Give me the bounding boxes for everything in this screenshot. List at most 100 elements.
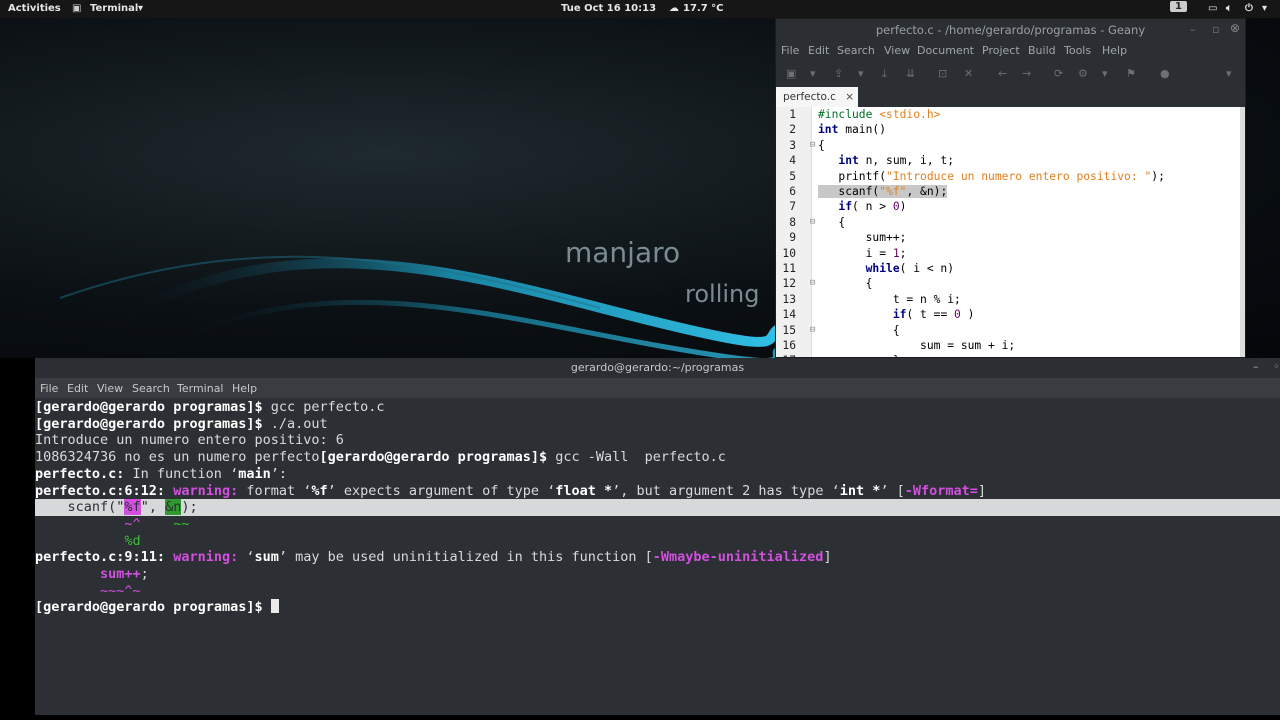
weather-temperature[interactable]: 17.7 °C [683, 3, 724, 14]
rolling-text: rolling [685, 280, 760, 308]
code-line: 14 if( t == 0 ) [776, 307, 1240, 322]
new-file-icon[interactable]: ▣ [786, 67, 796, 80]
terminal-line: ~^ ~~ [124, 515, 190, 532]
terminal-line: 1086324736 no es un numero perfecto[gera… [35, 449, 726, 466]
power-icon[interactable]: ⏻ [1245, 3, 1253, 14]
code-line: 8 ⊟ { [776, 215, 1240, 230]
fold-icon[interactable]: ⊟ [810, 323, 815, 338]
menu-document[interactable]: Document [917, 44, 974, 57]
code-line: 9 sum++; [776, 230, 1240, 245]
maximize-icon[interactable]: ▫ [1212, 23, 1219, 36]
geany-title[interactable]: perfecto.c - /home/gerardo/programas - G… [776, 19, 1245, 41]
back-icon[interactable]: ← [998, 67, 1007, 80]
code-line: 15 ⊟ { [776, 323, 1240, 338]
line-number: 7 [789, 200, 796, 214]
tab-close-icon[interactable]: × [845, 91, 854, 103]
minimize-icon[interactable]: – [1190, 23, 1196, 36]
fold-icon[interactable]: ⊟ [810, 138, 815, 153]
line-number: 10 [782, 246, 796, 260]
line-number: 4 [789, 154, 796, 168]
terminal-line-selected: scanf("%f", &n); [35, 499, 1280, 516]
line-number: 15 [782, 323, 796, 337]
geany-menubar: File Edit Search View Document Project B… [776, 41, 1245, 61]
menu-edit[interactable]: Edit [808, 44, 829, 57]
wallpaper-swoosh [59, 255, 780, 358]
terminal-line: sum++; [100, 566, 149, 582]
line-number: 3 [789, 138, 796, 152]
save-all-icon[interactable]: ⇊ [906, 67, 915, 80]
line-number: 13 [782, 292, 796, 306]
terminal-line: perfecto.c: In function ‘main’: [35, 465, 287, 482]
line-number: 14 [782, 308, 796, 322]
terminal-menu-edit[interactable]: Edit [67, 382, 88, 395]
fold-icon[interactable]: ⊟ [810, 215, 815, 230]
geany-window: perfecto.c - /home/gerardo/programas - G… [775, 18, 1246, 358]
workspace-indicator[interactable]: 1 [1170, 1, 1187, 12]
line-number: 2 [789, 123, 796, 137]
terminal-window: gerardo@gerardo:~/programas – ◦ File Edi… [35, 358, 1280, 715]
menu-view[interactable]: View [884, 44, 910, 57]
code-line: 3 ⊟{ [776, 138, 1240, 153]
terminal-close-icon[interactable]: ◦ [1273, 360, 1280, 373]
menu-build[interactable]: Build [1028, 44, 1056, 57]
terminal-menu-view[interactable]: View [97, 382, 123, 395]
code-line: 11 while( i < n) [776, 261, 1240, 276]
terminal-menubar: File Edit View Search Terminal Help [35, 378, 1280, 398]
top-bar: Activities ▣ Terminal ▾ Tue Oct 16 10:13… [0, 0, 1280, 18]
menu-search[interactable]: Search [837, 44, 875, 57]
terminal-menu-help[interactable]: Help [232, 382, 257, 395]
tab-perfecto-c[interactable]: perfecto.c × [776, 87, 858, 107]
clock[interactable]: Tue Oct 16 10:13 [561, 3, 656, 14]
manjaro-logo-text: manjaro [565, 236, 681, 269]
terminal-menu-search[interactable]: Search [132, 382, 170, 395]
new-dropdown-icon[interactable]: ▾ [810, 67, 816, 80]
activities-button[interactable]: Activities [8, 3, 61, 14]
volume-icon[interactable]: 🔈︎ [1226, 3, 1232, 14]
code-line: 10 i = 1; [776, 246, 1240, 261]
forward-icon[interactable]: → [1022, 67, 1031, 80]
color-chooser-icon[interactable]: ● [1160, 67, 1170, 80]
menu-file[interactable]: File [781, 44, 799, 57]
build-dropdown-icon[interactable]: ▾ [1102, 67, 1108, 80]
line-number: 8 [789, 215, 796, 229]
code-line-selected: 6 scanf("%f", &n); [776, 184, 1240, 199]
terminal-line: ~~~^~ [100, 582, 141, 599]
terminal-line: [gerardo@gerardo programas]$ ./a.out [35, 415, 328, 432]
open-dropdown-icon[interactable]: ▾ [858, 67, 864, 80]
line-number: 11 [782, 262, 796, 275]
code-line: 4 int n, sum, i, t; [776, 153, 1240, 168]
terminal-line: perfecto.c:9:11: warning: ‘sum’ may be u… [35, 549, 832, 566]
app-menu-chevron-icon[interactable]: ▾ [138, 3, 143, 14]
compile-icon[interactable]: ⟳ [1054, 67, 1063, 80]
terminal-menu-terminal[interactable]: Terminal [177, 382, 224, 395]
terminal-line: [gerardo@gerardo programas]$ gcc perfect… [35, 399, 385, 415]
code-line: 13 t = n % i; [776, 292, 1240, 307]
app-menu-label[interactable]: Terminal [90, 3, 138, 14]
close-icon[interactable]: ⊗ [1230, 21, 1240, 35]
open-icon[interactable]: ⇪ [834, 67, 843, 80]
terminal-title[interactable]: gerardo@gerardo:~/programas [35, 358, 1280, 378]
terminal-minimize-icon[interactable]: – [1253, 360, 1259, 373]
screen-icon[interactable]: ▭ [1208, 3, 1217, 14]
execute-icon[interactable]: ⚑ [1126, 67, 1136, 80]
menu-tools[interactable]: Tools [1064, 44, 1091, 57]
fold-icon[interactable]: ⊟ [810, 276, 815, 291]
terminal-line: [gerardo@gerardo programas]$ [35, 599, 279, 616]
toolbar-overflow-icon[interactable]: ▾ [1226, 67, 1232, 80]
code-line: 12 ⊟ { [776, 276, 1240, 291]
close-file-icon[interactable]: ✕ [964, 67, 973, 80]
revert-icon[interactable]: ⊡ [938, 67, 947, 80]
editor-scrollbar[interactable] [1240, 107, 1245, 357]
code-editor[interactable]: 1 #include <stdio.h> 2 int main() 3 ⊟{ 4 in… [776, 107, 1240, 357]
save-icon[interactable]: ⤓ [882, 67, 887, 81]
menu-help[interactable]: Help [1102, 44, 1127, 57]
menu-project[interactable]: Project [982, 44, 1020, 57]
terminal-line: Introduce un numero entero positivo: 6 [35, 432, 344, 449]
build-icon[interactable]: ⚙ [1078, 67, 1088, 80]
line-number: 16 [782, 339, 796, 352]
line-number: 12 [782, 277, 796, 291]
terminal-menu-file[interactable]: File [40, 382, 58, 395]
terminal-output[interactable]: [gerardo@gerardo programas]$ gcc perfect… [35, 398, 1280, 715]
system-menu-chevron-icon[interactable]: ▾ [1262, 3, 1267, 14]
code-line: 5 printf("Introduce un numero entero pos… [776, 169, 1240, 184]
